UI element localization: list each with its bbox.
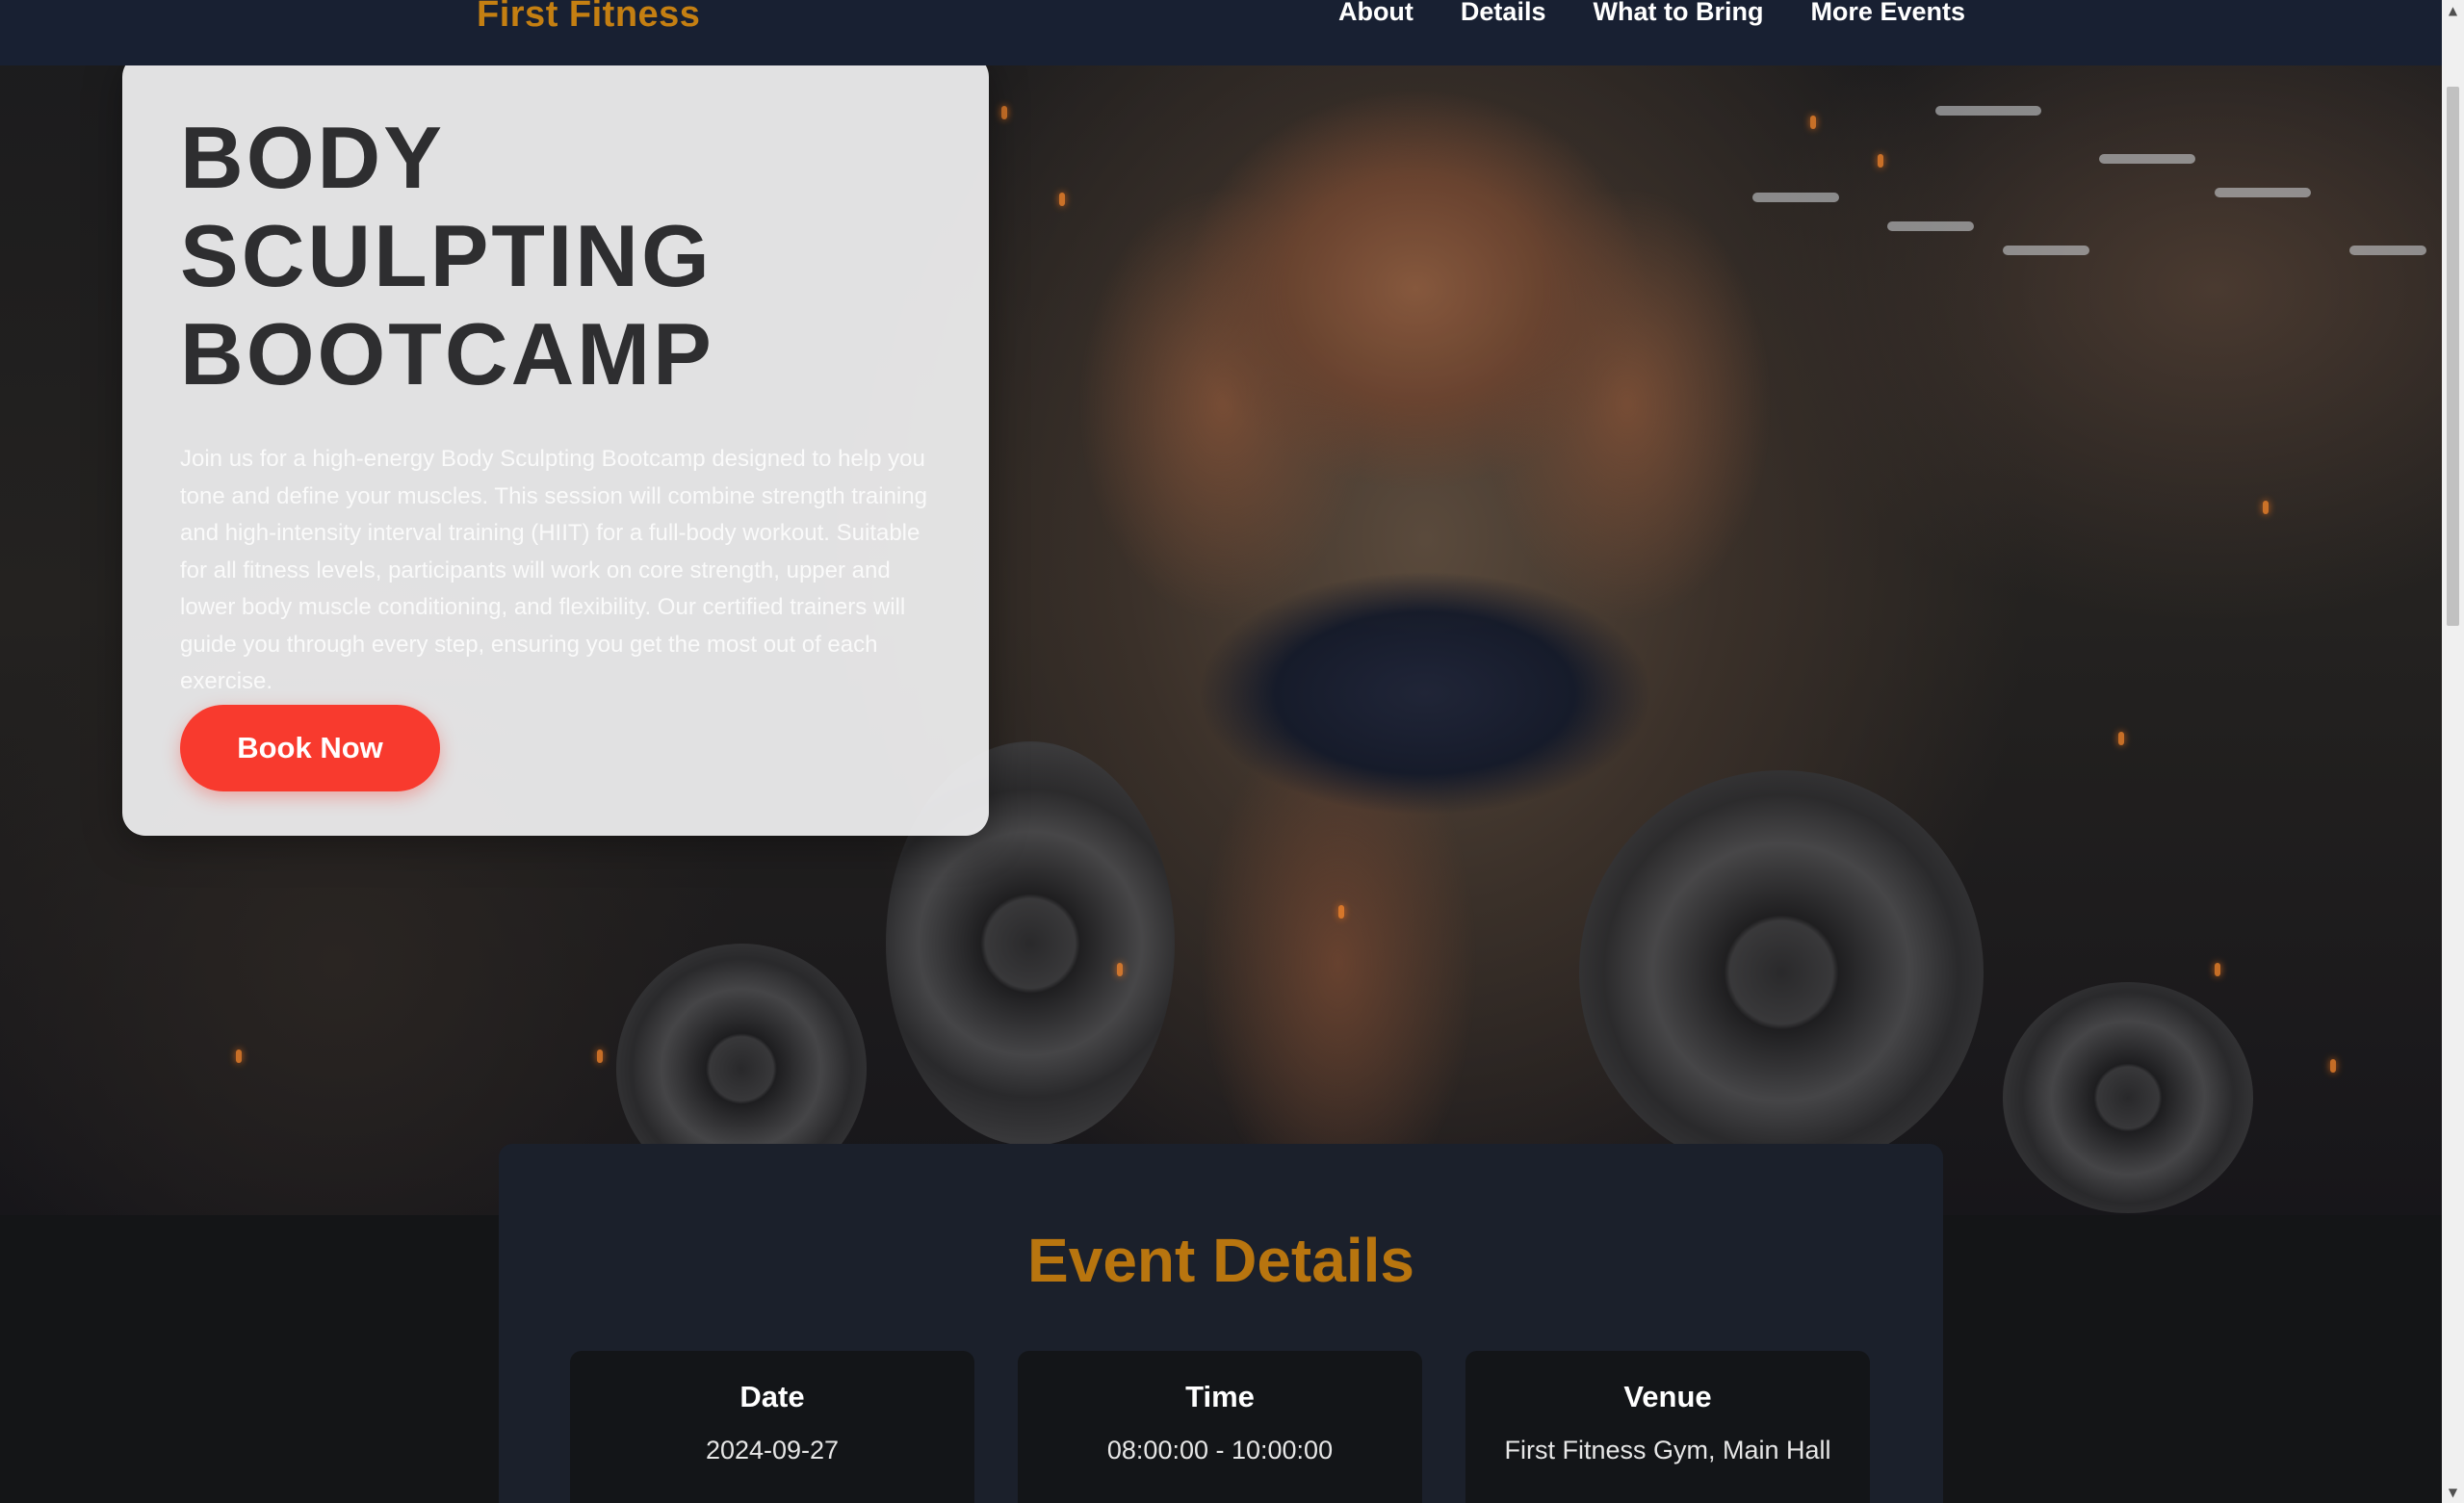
ceiling-light <box>2215 188 2311 197</box>
detail-value: First Fitness Gym, Main Hall <box>1504 1436 1831 1464</box>
scroll-up-icon[interactable]: ▲ <box>2442 0 2464 21</box>
event-details-title: Event Details <box>1027 1226 1414 1295</box>
ceiling-light <box>2099 154 2195 164</box>
spark <box>236 1050 242 1063</box>
spark <box>2330 1059 2336 1073</box>
nav-link-details[interactable]: Details <box>1461 0 1546 27</box>
detail-label: Venue <box>1623 1380 1712 1413</box>
spark <box>597 1050 603 1063</box>
nav-link-what-to-bring[interactable]: What to Bring <box>1593 0 1763 27</box>
vertical-scrollbar[interactable]: ▲ ▼ <box>2442 0 2464 1503</box>
scroll-down-icon[interactable]: ▼ <box>2442 1482 2464 1503</box>
spark <box>1117 963 1123 976</box>
nav-links: About Details What to Bring More Events <box>1338 0 1965 27</box>
spark <box>1001 106 1007 119</box>
spark <box>2215 963 2220 976</box>
weight-plate-back <box>2003 982 2253 1213</box>
spark <box>1338 905 1344 919</box>
event-details-cards: Date 2024-09-27 Time 08:00:00 - 10:00:00… <box>570 1351 1870 1503</box>
nav-link-about[interactable]: About <box>1338 0 1414 27</box>
event-details-section: Event Details Date 2024-09-27 Time 08:00… <box>499 1144 1943 1503</box>
spark <box>2263 501 2269 514</box>
hero-card: BODY SCULPTING BOOTCAMP Join us for a hi… <box>122 54 989 836</box>
spark <box>1059 193 1065 206</box>
spark <box>1878 154 1883 168</box>
hero-description: Join us for a high-energy Body Sculpting… <box>180 446 927 694</box>
brand-logo-link[interactable]: First Fitness <box>477 0 700 36</box>
hero-title: BODY SCULPTING BOOTCAMP <box>180 110 714 403</box>
detail-label: Time <box>1185 1380 1255 1413</box>
spark <box>2118 732 2124 745</box>
weight-plate-right <box>1579 770 1984 1175</box>
top-navbar: First Fitness About Details What to Brin… <box>0 0 2442 65</box>
detail-card-date: Date 2024-09-27 <box>570 1351 974 1503</box>
ceiling-light <box>1887 221 1974 231</box>
ceiling-light <box>1752 193 1839 202</box>
ceiling-light <box>1935 106 2041 116</box>
detail-card-time: Time 08:00:00 - 10:00:00 <box>1018 1351 1422 1503</box>
ceiling-light <box>2003 246 2089 255</box>
detail-label: Date <box>739 1380 805 1413</box>
ceiling-light <box>2349 246 2426 255</box>
nav-link-more-events[interactable]: More Events <box>1810 0 1965 27</box>
detail-value: 08:00:00 - 10:00:00 <box>1106 1436 1334 1464</box>
page: First Fitness About Details What to Brin… <box>0 0 2464 1503</box>
detail-card-venue: Venue First Fitness Gym, Main Hall <box>1465 1351 1870 1503</box>
detail-value: 2024-09-27 <box>705 1436 840 1464</box>
scrollbar-thumb[interactable] <box>2447 87 2459 626</box>
spark <box>1810 116 1816 129</box>
book-now-button[interactable]: Book Now <box>180 704 440 791</box>
